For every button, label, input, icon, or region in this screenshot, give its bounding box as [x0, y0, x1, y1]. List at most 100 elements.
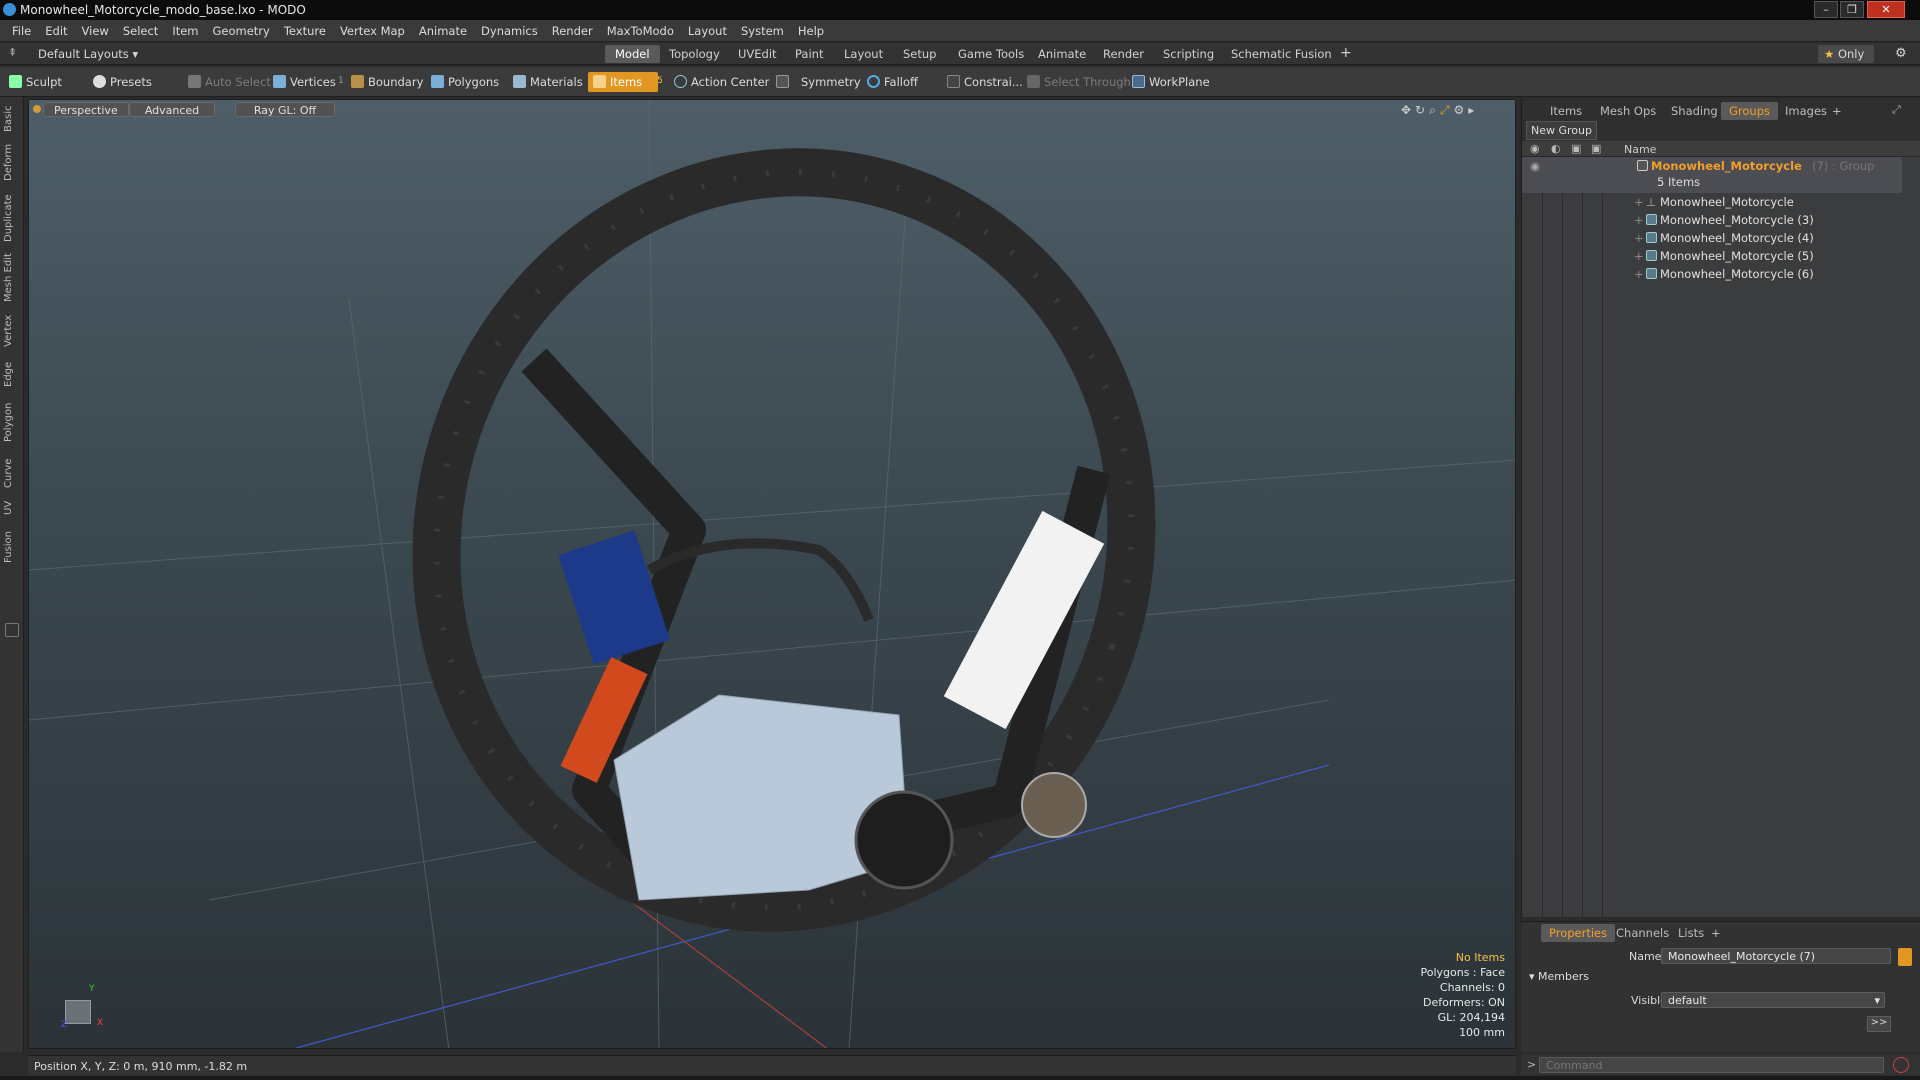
default-layouts-dropdown[interactable]: Default Layouts ▾	[38, 47, 138, 61]
gizmo-y-label: Y	[89, 984, 95, 994]
tab-fusion[interactable]: Fusion	[3, 527, 21, 567]
tab-polygon[interactable]: Polygon	[3, 399, 21, 445]
menu-help[interactable]: Help	[791, 20, 831, 42]
tab-schematic-fusion[interactable]: Schematic Fusion	[1221, 45, 1342, 63]
chevron-down-icon: ▾	[132, 47, 139, 61]
tab-curve[interactable]: Curve	[3, 455, 21, 491]
tab-model[interactable]: Model	[605, 45, 660, 63]
list-item[interactable]: + Monowheel_Motorcycle (3)	[1522, 211, 1902, 229]
menu-item[interactable]: Item	[165, 20, 205, 42]
list-item[interactable]: + Monowheel_Motorcycle (6)	[1522, 265, 1902, 283]
menu-edit[interactable]: Edit	[38, 20, 74, 42]
select-icon[interactable]: ▣	[1591, 142, 1601, 155]
group-row[interactable]: ◉ Monowheel_Motorcycle (7) : Group 5 Ite…	[1522, 157, 1902, 193]
list-item[interactable]: + Monowheel_Motorcycle (5)	[1522, 247, 1902, 265]
sculpt-button[interactable]: Sculpt	[4, 72, 68, 92]
more-button[interactable]: >>	[1867, 1016, 1891, 1032]
gizmo-cube	[65, 1000, 91, 1024]
tab-paint[interactable]: Paint	[785, 45, 833, 63]
panel-toggle-icon[interactable]	[5, 623, 19, 637]
falloff-button[interactable]: Falloff	[862, 72, 924, 92]
only-label: Only	[1837, 47, 1865, 61]
close-button[interactable]: ✕	[1867, 1, 1905, 18]
tab-shading[interactable]: Shading	[1663, 102, 1726, 120]
record-icon[interactable]	[1893, 1057, 1909, 1073]
color-swatch[interactable]	[1898, 948, 1912, 966]
workplane-button[interactable]: WorkPlane	[1127, 72, 1216, 92]
tab-basic[interactable]: Basic	[3, 105, 21, 133]
tab-properties[interactable]: Properties	[1541, 924, 1616, 942]
layout-arrow-icon[interactable]: ⇞	[8, 46, 17, 59]
grid-size: 100 mm	[1459, 1026, 1505, 1039]
tab-items[interactable]: Items	[1542, 102, 1590, 120]
menu-vertex-map[interactable]: Vertex Map	[333, 20, 412, 42]
members-section-header[interactable]: ▾ Members	[1529, 970, 1589, 983]
tab-uv[interactable]: UV	[3, 499, 21, 517]
tab-mesh-edit[interactable]: Mesh Edit	[3, 253, 21, 303]
polygons-button[interactable]: Polygons	[426, 72, 505, 92]
select-through-button[interactable]: Select Through	[1022, 72, 1137, 92]
tab-channels[interactable]: Channels	[1608, 924, 1677, 942]
tab-render[interactable]: Render	[1093, 45, 1154, 63]
items-button[interactable]: Items	[588, 72, 658, 92]
menu-animate[interactable]: Animate	[412, 20, 474, 42]
new-group-button[interactable]: New Group	[1526, 121, 1597, 140]
constraints-button[interactable]: Constrai...	[942, 72, 1029, 92]
gear-icon[interactable]: ⚙	[1895, 46, 1907, 61]
menu-select[interactable]: Select	[116, 20, 165, 42]
add-panel-tab[interactable]: +	[1824, 102, 1850, 120]
locator-icon: ⊥	[1646, 195, 1657, 209]
tab-vertex[interactable]: Vertex	[3, 313, 21, 349]
tab-scripting[interactable]: Scripting	[1153, 45, 1224, 63]
tab-game-tools[interactable]: Game Tools	[948, 45, 1034, 63]
items-icon	[593, 75, 606, 88]
maximize-button[interactable]: ❐	[1840, 1, 1864, 18]
tab-groups[interactable]: Groups	[1721, 102, 1779, 120]
menu-texture[interactable]: Texture	[277, 20, 333, 42]
command-input[interactable]	[1539, 1057, 1884, 1073]
materials-button[interactable]: Materials	[508, 72, 589, 92]
tab-edge[interactable]: Edge	[3, 359, 21, 389]
name-field[interactable]: Monowheel_Motorcycle (7)	[1661, 948, 1891, 964]
presets-button[interactable]: Presets	[88, 72, 158, 92]
auto-select-button[interactable]: Auto Select	[183, 72, 277, 92]
sculpt-icon	[9, 75, 22, 88]
menu-geometry[interactable]: Geometry	[206, 20, 277, 42]
tab-layout[interactable]: Layout	[834, 45, 893, 63]
eye-icon[interactable]: ◉	[1530, 142, 1540, 155]
menu-layout[interactable]: Layout	[681, 20, 734, 42]
lock-icon[interactable]: ▣	[1571, 142, 1581, 155]
action-center-button[interactable]: Action Center	[669, 72, 775, 92]
symmetry-label: Symmetry	[801, 75, 861, 89]
menu-system[interactable]: System	[734, 20, 791, 42]
tab-uvedit[interactable]: UVEdit	[728, 45, 787, 63]
menu-dynamics[interactable]: Dynamics	[474, 20, 545, 42]
only-button[interactable]: ★ Only	[1818, 45, 1874, 63]
menu-view[interactable]: View	[75, 20, 116, 42]
visible-dropdown[interactable]: default ▾	[1661, 992, 1885, 1008]
minimize-button[interactable]: –	[1814, 1, 1838, 18]
add-tab-button[interactable]: +	[1330, 43, 1362, 61]
menu-maxtomodo[interactable]: MaxToModo	[600, 20, 681, 42]
polygons-label: Polygons	[448, 75, 500, 89]
tab-setup[interactable]: Setup	[893, 45, 946, 63]
boundary-button[interactable]: Boundary	[346, 72, 429, 92]
members-section-label: Members	[1538, 970, 1590, 983]
vertices-button[interactable]: Vertices	[268, 72, 342, 92]
3d-viewport[interactable]: Perspective Advanced Ray GL: Off ✥↻⌕⤢⚙▸	[28, 99, 1516, 1049]
list-item[interactable]: + ⊥ Monowheel_Motorcycle	[1522, 193, 1902, 211]
tab-mesh-ops[interactable]: Mesh Ops	[1592, 102, 1664, 120]
add-properties-tab[interactable]: +	[1703, 924, 1729, 942]
expand-icon[interactable]: ⤢	[1892, 103, 1901, 117]
tab-deform[interactable]: Deform	[3, 143, 21, 181]
menu-file[interactable]: File	[5, 20, 38, 42]
tab-animate[interactable]: Animate	[1028, 45, 1096, 63]
workplane-icon	[1132, 75, 1145, 88]
render-icon[interactable]: ◐	[1551, 142, 1561, 155]
menu-render[interactable]: Render	[545, 20, 600, 42]
visibility-eye-icon[interactable]: ◉	[1530, 159, 1540, 173]
list-item[interactable]: + Monowheel_Motorcycle (4)	[1522, 229, 1902, 247]
symmetry-button[interactable]: Symmetry	[771, 72, 867, 92]
tab-duplicate[interactable]: Duplicate	[3, 193, 21, 243]
tab-topology[interactable]: Topology	[659, 45, 730, 63]
